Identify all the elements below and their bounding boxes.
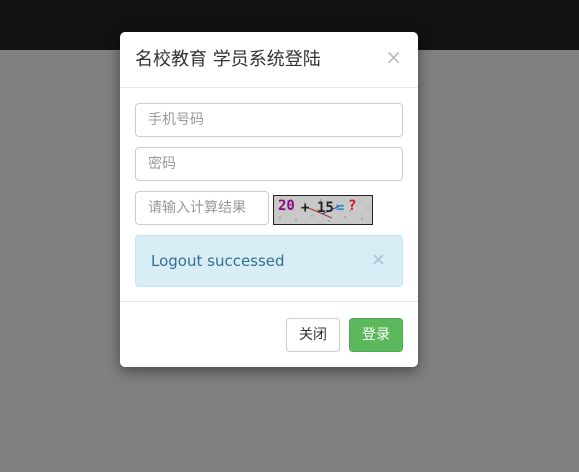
alert-close-icon[interactable]: × (371, 251, 386, 269)
svg-text:15: 15 (317, 200, 334, 216)
svg-text:=: = (336, 200, 344, 216)
captcha-graphic: 20 + 15 = ? (274, 196, 372, 224)
phone-input[interactable] (135, 103, 403, 137)
modal-title: 名校教育 学员系统登陆 (135, 49, 321, 70)
login-modal: 名校教育 学员系统登陆 × 20 + 15 = ? 20 + 15 = ? Lo… (120, 32, 418, 367)
captcha-text: 20 + 15 = ? (274, 224, 275, 225)
modal-footer: 关闭 登录 (120, 301, 418, 367)
login-button[interactable]: 登录 (349, 318, 403, 352)
close-button[interactable]: 关闭 (286, 318, 340, 352)
svg-text:?: ? (348, 198, 356, 214)
svg-text:20: 20 (278, 198, 295, 214)
logout-alert: Logout successed × (135, 235, 403, 287)
svg-text:+: + (301, 200, 309, 216)
modal-header: 名校教育 学员系统登陆 × (120, 32, 418, 88)
close-icon[interactable]: × (385, 47, 402, 67)
password-input[interactable] (135, 147, 403, 181)
captcha-answer-input[interactable] (135, 191, 269, 225)
alert-message: Logout successed (151, 252, 285, 270)
captcha-image[interactable]: 20 + 15 = ? 20 + 15 = ? (273, 195, 373, 225)
